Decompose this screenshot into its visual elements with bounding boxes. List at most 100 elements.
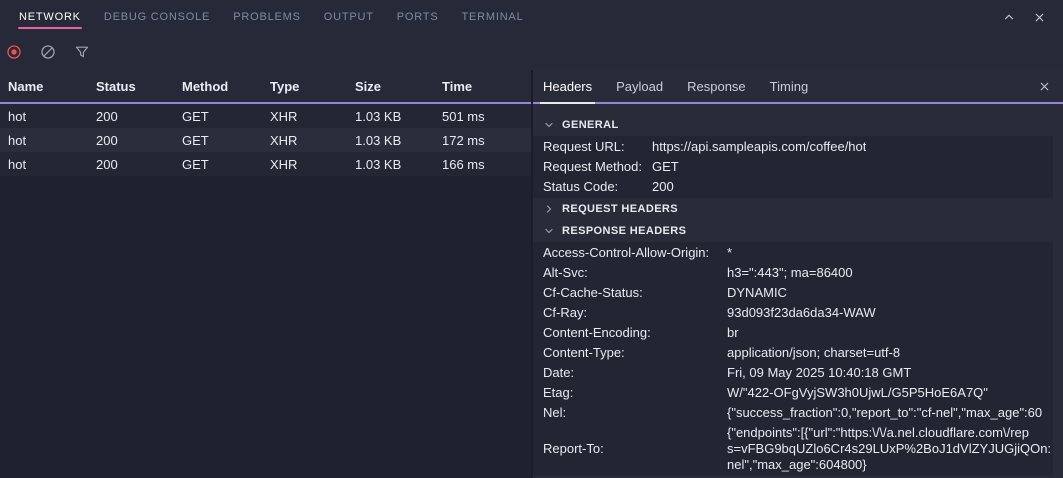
cell-size: 1.03 KB	[347, 109, 434, 124]
kv-value: br	[727, 323, 739, 343]
network-toolbar	[0, 34, 1063, 70]
kv-cf-ray: Cf-Ray: 93d093f23da6da34-WAW	[533, 303, 1053, 323]
kv-value-multiline: {"endpoints":[{"url":"https:\/\/a.nel.cl…	[727, 423, 1051, 475]
kv-report-to: Report-To: {"endpoints":[{"url":"https:\…	[533, 423, 1053, 475]
section-request-headers-title: REQUEST HEADERS	[562, 203, 678, 215]
column-header-size[interactable]: Size	[347, 79, 434, 94]
table-row[interactable]: hot 200 GET XHR 1.03 KB 166 ms	[0, 152, 531, 176]
tab-response[interactable]: Response	[687, 70, 746, 102]
record-icon[interactable]	[6, 44, 22, 60]
section-request-headers[interactable]: REQUEST HEADERS	[533, 198, 1063, 220]
kv-key: Request Method:	[543, 157, 652, 177]
kv-content-encoding: Content-Encoding: br	[533, 323, 1053, 343]
tab-problems-label: PROBLEMS	[233, 11, 301, 23]
cell-type: XHR	[262, 109, 347, 124]
kv-key: Access-Control-Allow-Origin:	[543, 243, 727, 263]
kv-key: Etag:	[543, 383, 727, 403]
tab-debug-console-label: DEBUG CONSOLE	[104, 11, 210, 23]
cell-method: GET	[174, 109, 262, 124]
tab-ports-label: PORTS	[397, 11, 439, 23]
cell-type: XHR	[262, 157, 347, 172]
table-row[interactable]: hot 200 GET XHR 1.03 KB 501 ms	[0, 104, 531, 128]
clear-icon[interactable]	[40, 44, 56, 60]
kv-value: DYNAMIC	[727, 283, 787, 303]
kv-date: Date: Fri, 09 May 2025 10:40:18 GMT	[533, 363, 1053, 383]
panel-window-controls	[1001, 0, 1063, 34]
tab-timing[interactable]: Timing	[770, 70, 809, 102]
kv-value: *	[727, 243, 732, 263]
kv-cf-cache-status: Cf-Cache-Status: DYNAMIC	[533, 283, 1053, 303]
section-general[interactable]: GENERAL	[533, 114, 1063, 136]
kv-key: Cf-Cache-Status:	[543, 283, 727, 303]
kv-key: Cf-Ray:	[543, 303, 727, 323]
request-table: Name Status Method Type Size Time hot 20…	[0, 70, 531, 478]
kv-request-url: Request URL: https://api.sampleapis.com/…	[533, 137, 1053, 157]
kv-request-method: Request Method: GET	[533, 157, 1053, 177]
cell-status: 200	[88, 109, 174, 124]
cell-name: hot	[0, 157, 88, 172]
kv-alt-svc: Alt-Svc: h3=":443"; ma=86400	[533, 263, 1053, 283]
kv-key: Report-To:	[543, 439, 727, 459]
column-header-time[interactable]: Time	[434, 79, 531, 94]
tab-output[interactable]: OUTPUT	[324, 0, 374, 34]
tab-debug-console[interactable]: DEBUG CONSOLE	[104, 0, 210, 34]
kv-value: application/json; charset=utf-8	[727, 343, 900, 363]
cell-size: 1.03 KB	[347, 133, 434, 148]
cell-method: GET	[174, 133, 262, 148]
kv-value: 93d093f23da6da34-WAW	[727, 303, 876, 323]
request-table-header: Name Status Method Type Size Time	[0, 70, 531, 104]
kv-key: Date:	[543, 363, 727, 383]
tab-output-label: OUTPUT	[324, 11, 374, 23]
table-row[interactable]: hot 200 GET XHR 1.03 KB 172 ms	[0, 128, 531, 152]
kv-value-line: s=vFBG9bqUZlo6Cr4s29LUxP%2BoJ1dVlZYJUGji…	[727, 441, 1051, 457]
kv-key: Alt-Svc:	[543, 263, 727, 283]
tab-network[interactable]: NETWORK	[19, 0, 81, 34]
chevron-up-icon[interactable]	[1001, 9, 1017, 25]
cell-size: 1.03 KB	[347, 157, 434, 172]
kv-value: W/"422-OFgVyjSW3h0UjwL/G5P5HoE6A7Q"	[727, 383, 988, 403]
close-details-icon[interactable]	[1038, 70, 1063, 102]
kv-key: Content-Encoding:	[543, 323, 727, 343]
kv-access-control-allow-origin: Access-Control-Allow-Origin: *	[533, 243, 1053, 263]
section-response-headers[interactable]: RESPONSE HEADERS	[533, 220, 1063, 242]
headers-view: GENERAL Request URL: https://api.samplea…	[533, 104, 1063, 478]
kv-status-code: Status Code: 200	[533, 177, 1053, 197]
chevron-right-icon	[543, 203, 555, 215]
cell-time: 501 ms	[434, 109, 531, 124]
section-general-title: GENERAL	[562, 119, 619, 131]
details-tab-bar: Headers Payload Response Timing	[533, 70, 1063, 104]
close-panel-icon[interactable]	[1031, 9, 1047, 25]
kv-value: GET	[652, 157, 679, 177]
filter-icon[interactable]	[74, 44, 90, 60]
tab-terminal[interactable]: TERMINAL	[461, 0, 523, 34]
column-header-method[interactable]: Method	[174, 79, 262, 94]
tab-problems[interactable]: PROBLEMS	[233, 0, 301, 34]
kv-nel: Nel: {"success_fraction":0,"report_to":"…	[533, 403, 1053, 423]
column-header-status[interactable]: Status	[88, 79, 174, 94]
column-header-type[interactable]: Type	[262, 79, 347, 94]
kv-value: Fri, 09 May 2025 10:40:18 GMT	[727, 363, 911, 383]
cell-time: 166 ms	[434, 157, 531, 172]
tab-network-label: NETWORK	[19, 11, 81, 23]
cell-name: hot	[0, 109, 88, 124]
kv-key: Request URL:	[543, 137, 652, 157]
response-headers-block: Access-Control-Allow-Origin: * Alt-Svc: …	[533, 242, 1053, 476]
cell-time: 172 ms	[434, 133, 531, 148]
network-panel-body: Name Status Method Type Size Time hot 20…	[0, 70, 1063, 478]
column-header-name[interactable]: Name	[0, 79, 88, 94]
kv-value-line: nel","max_age":604800}	[727, 457, 1051, 473]
kv-value-line: {"endpoints":[{"url":"https:\/\/a.nel.cl…	[727, 425, 1051, 441]
tab-headers[interactable]: Headers	[543, 70, 592, 102]
panel-tabs: NETWORK DEBUG CONSOLE PROBLEMS OUTPUT PO…	[0, 0, 524, 34]
cell-type: XHR	[262, 133, 347, 148]
cell-method: GET	[174, 157, 262, 172]
request-details-panel: Headers Payload Response Timing GENERAL …	[531, 70, 1063, 478]
tab-payload[interactable]: Payload	[616, 70, 663, 102]
chevron-down-icon	[543, 225, 555, 237]
tab-ports[interactable]: PORTS	[397, 0, 439, 34]
cell-status: 200	[88, 157, 174, 172]
kv-key: Nel:	[543, 403, 727, 423]
kv-value: https://api.sampleapis.com/coffee/hot	[652, 137, 866, 157]
general-block: Request URL: https://api.sampleapis.com/…	[533, 136, 1053, 198]
kv-key: Content-Type:	[543, 343, 727, 363]
